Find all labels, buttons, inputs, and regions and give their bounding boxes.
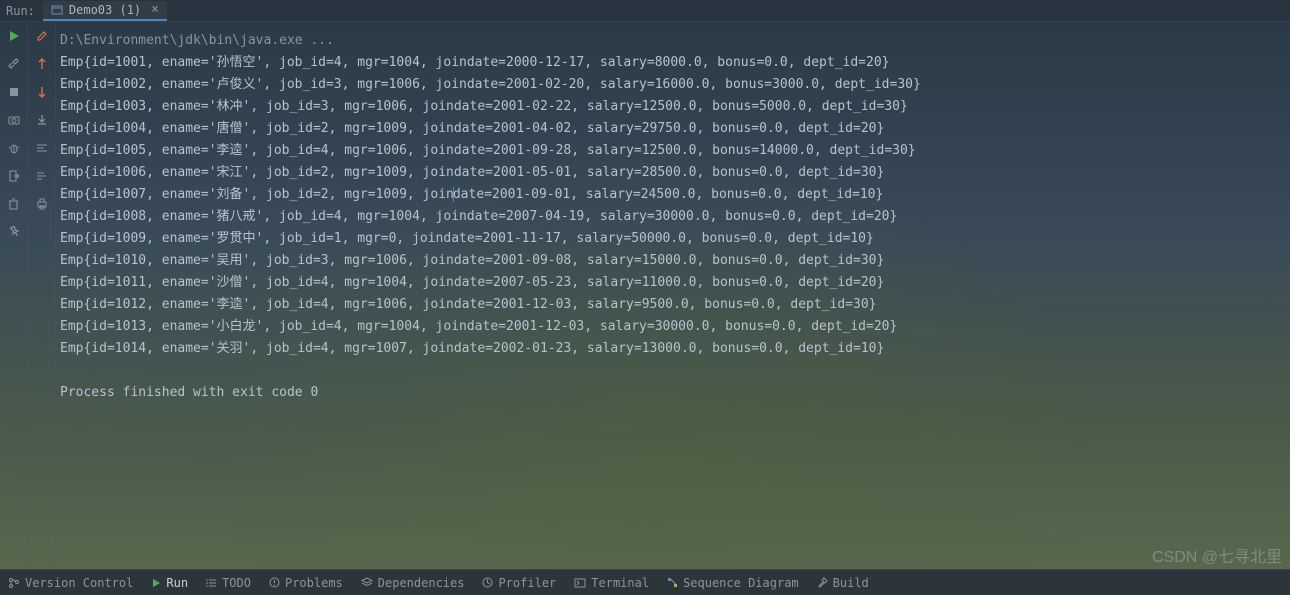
wrench-icon[interactable]	[4, 54, 24, 74]
dependencies-label: Dependencies	[378, 576, 465, 590]
command-line: D:\Environment\jdk\bin\java.exe ...	[60, 30, 1286, 52]
wrap-text-icon[interactable]	[32, 138, 52, 158]
run-config-name: Demo03 (1)	[69, 3, 141, 17]
output-line: Emp{id=1014, ename='关羽', job_id=4, mgr=1…	[60, 338, 1286, 360]
bug-icon[interactable]	[4, 138, 24, 158]
console-output[interactable]: D:\Environment\jdk\bin\java.exe ...Emp{i…	[56, 22, 1290, 569]
run-gutter-left	[0, 22, 28, 569]
camera-icon[interactable]	[4, 110, 24, 130]
output-line: Emp{id=1011, ename='沙僧', job_id=4, mgr=1…	[60, 272, 1286, 294]
output-line: Emp{id=1012, ename='李逵', job_id=4, mgr=1…	[60, 294, 1286, 316]
problems-tab[interactable]: Problems	[269, 576, 343, 590]
terminal-label: Terminal	[591, 576, 649, 590]
output-line: Emp{id=1009, ename='罗贯中', job_id=1, mgr=…	[60, 228, 1286, 250]
top-bar: Run: Demo03 (1) ×	[0, 0, 1290, 22]
output-line: Emp{id=1002, ename='卢俊义', job_id=3, mgr=…	[60, 74, 1286, 96]
layers-icon	[361, 577, 373, 588]
profiler-icon	[482, 577, 493, 588]
output-line: Emp{id=1003, ename='林冲', job_id=3, mgr=1…	[60, 96, 1286, 118]
hammer-icon	[817, 577, 828, 588]
play-icon	[151, 578, 161, 588]
run-config-icon	[51, 4, 63, 16]
run-panel-label: Run:	[6, 4, 35, 18]
watermark: CSDN @七寻北里	[1152, 543, 1282, 567]
output-line: Emp{id=1001, ename='孙悟空', job_id=4, mgr=…	[60, 52, 1286, 74]
list-icon	[206, 578, 217, 588]
print-icon[interactable]	[32, 194, 52, 214]
close-icon[interactable]: ×	[151, 2, 159, 17]
run-tab[interactable]: Run	[151, 576, 188, 590]
build-tab[interactable]: Build	[817, 576, 869, 590]
exit-message: Process finished with exit code 0	[60, 382, 1286, 404]
edit-pencil-icon[interactable]	[32, 26, 52, 46]
scroll-icon[interactable]	[32, 166, 52, 186]
run-label: Run	[166, 576, 188, 590]
problems-label: Problems	[285, 576, 343, 590]
output-line: Emp{id=1013, ename='小白龙', job_id=4, mgr=…	[60, 316, 1286, 338]
output-line: Emp{id=1007, ename='刘备', job_id=2, mgr=1…	[60, 184, 1286, 206]
stop-button[interactable]	[4, 82, 24, 102]
output-line: Emp{id=1010, ename='吴用', job_id=3, mgr=1…	[60, 250, 1286, 272]
bottom-tool-bar: Version Control Run TODO Problems Depend…	[0, 569, 1290, 595]
profiler-label: Profiler	[498, 576, 556, 590]
blank-line	[60, 360, 1286, 382]
sequence-diagram-label: Sequence Diagram	[683, 576, 799, 590]
profiler-tab[interactable]: Profiler	[482, 576, 556, 590]
trash-icon[interactable]	[4, 194, 24, 214]
todo-tab[interactable]: TODO	[206, 576, 251, 590]
rerun-button[interactable]	[4, 26, 24, 46]
dependencies-tab[interactable]: Dependencies	[361, 576, 465, 590]
up-arrow-icon[interactable]	[32, 54, 52, 74]
warning-icon	[269, 577, 280, 588]
download-icon[interactable]	[32, 110, 52, 130]
output-line: Emp{id=1005, ename='李逵', job_id=4, mgr=1…	[60, 140, 1286, 162]
todo-label: TODO	[222, 576, 251, 590]
version-control-tab[interactable]: Version Control	[8, 576, 133, 590]
version-control-label: Version Control	[25, 576, 133, 590]
build-label: Build	[833, 576, 869, 590]
sequence-diagram-tab[interactable]: Sequence Diagram	[667, 576, 799, 590]
run-gutter-right	[28, 22, 56, 569]
output-line: Emp{id=1008, ename='猪八戒', job_id=4, mgr=…	[60, 206, 1286, 228]
down-arrow-icon[interactable]	[32, 82, 52, 102]
branch-icon	[8, 577, 20, 589]
terminal-tab[interactable]: Terminal	[574, 576, 649, 590]
terminal-icon	[574, 578, 586, 588]
pin-icon[interactable]	[4, 222, 24, 242]
run-config-tab[interactable]: Demo03 (1) ×	[43, 1, 167, 21]
output-line: Emp{id=1006, ename='宋江', job_id=2, mgr=1…	[60, 162, 1286, 184]
exit-icon[interactable]	[4, 166, 24, 186]
output-line: Emp{id=1004, ename='唐僧', job_id=2, mgr=1…	[60, 118, 1286, 140]
sequence-icon	[667, 577, 678, 588]
